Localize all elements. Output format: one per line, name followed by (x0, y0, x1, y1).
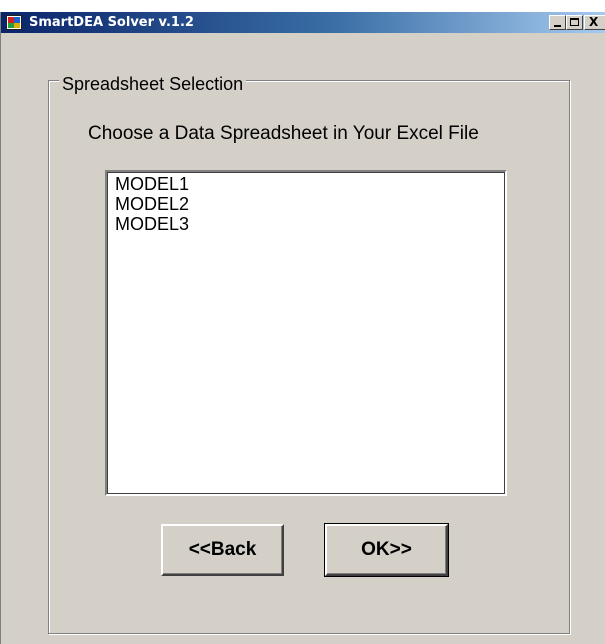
spreadsheet-prompt: Choose a Data Spreadsheet in Your Excel … (88, 123, 479, 144)
window-title: SmartDEA Solver v.1.2 (29, 15, 194, 30)
back-button[interactable]: <<Back (161, 524, 284, 576)
minimize-button[interactable] (549, 15, 566, 30)
spreadsheet-listbox[interactable]: MODEL1 MODEL2 MODEL3 (105, 170, 507, 496)
close-icon: X (589, 15, 599, 29)
app-icon[interactable] (6, 15, 22, 30)
minimize-icon (554, 25, 561, 27)
title-bar[interactable]: SmartDEA Solver v.1.2 X (1, 12, 605, 33)
smartdea-window: SmartDEA Solver v.1.2 X Spreadsheet Sele… (0, 12, 605, 644)
maximize-icon (570, 18, 579, 26)
list-item-model2[interactable]: MODEL2 (109, 194, 503, 214)
list-item-model1[interactable]: MODEL1 (109, 174, 503, 194)
group-legend: Spreadsheet Selection (59, 73, 247, 95)
ok-button[interactable]: OK>> (324, 523, 449, 577)
maximize-button[interactable] (566, 15, 583, 30)
close-button[interactable]: X (584, 15, 605, 30)
list-item-model3[interactable]: MODEL3 (109, 214, 503, 234)
